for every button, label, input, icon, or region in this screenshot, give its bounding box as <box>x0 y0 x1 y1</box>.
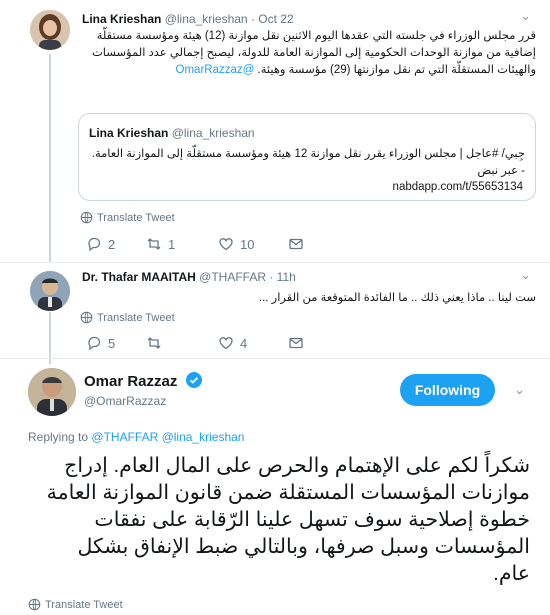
author-name[interactable]: Lina Krieshan <box>82 12 161 26</box>
dm-icon <box>289 337 303 349</box>
author-handle[interactable]: @lina_krieshan <box>165 12 248 26</box>
tweet-omar-razzaz: Omar Razzaz @OmarRazzaz Following ⌄ Repl… <box>0 360 550 615</box>
replying-mentions[interactable]: @THAFFAR @lina_krieshan <box>91 430 244 444</box>
translate-tweet-link[interactable]: Translate Tweet <box>28 598 123 611</box>
tweet-text: ست لينا .. ماذا يعني ذلك .. ما الفائدة ا… <box>258 292 536 304</box>
avatar-image <box>28 368 76 416</box>
dm-button[interactable] <box>288 335 304 351</box>
mention-link[interactable]: @OmarRazzaz <box>176 64 255 76</box>
author-name[interactable]: Dr. Thafar MAAITAH <box>82 270 196 284</box>
translate-tweet-link[interactable]: Translate Tweet <box>80 311 175 324</box>
avatar-lina-krieshan[interactable] <box>30 10 70 50</box>
reply-button[interactable]: 5 <box>86 335 146 351</box>
translate-globe-icon <box>80 311 93 324</box>
retweet-count: 1 <box>168 236 176 252</box>
tweet-actions: 5 4 <box>86 335 304 351</box>
author-handle[interactable]: @THAFFAR <box>199 270 266 284</box>
tweet-actions: 2 1 10 <box>86 236 304 252</box>
reply-button[interactable]: 2 <box>86 236 146 252</box>
retweet-button[interactable] <box>146 335 218 351</box>
reply-icon <box>88 336 101 351</box>
like-count: 4 <box>240 335 248 351</box>
quote-author-name: Lina Krieshan <box>89 126 169 140</box>
avatar-thafar-maaitah[interactable] <box>30 271 70 311</box>
tweet-text: قرر مجلس الوزراء في جلسته التي عقدها الي… <box>80 28 536 79</box>
tweet-body: قرر مجلس الوزراء في جلسته التي عقدها الي… <box>91 30 536 76</box>
translate-label: Translate Tweet <box>45 598 123 611</box>
like-button[interactable]: 4 <box>218 335 288 351</box>
translate-globe-icon <box>80 211 93 224</box>
thread-connector <box>49 54 51 262</box>
replying-prefix: Replying to <box>28 430 89 444</box>
tweet-lina-krieshan[interactable]: Lina Krieshan @lina_krieshan · Oct 22 ⌄ … <box>0 0 550 262</box>
quote-link[interactable]: nabdapp.com/t/55653134 <box>393 181 523 193</box>
quote-text: جِبي/ #عاجل | مجلس الوزراء يقرر نقل مواز… <box>91 148 525 177</box>
thread-connector <box>49 312 51 364</box>
reply-icon <box>88 237 101 252</box>
translate-label: Translate Tweet <box>97 311 175 324</box>
like-icon <box>219 337 233 350</box>
retweet-icon <box>147 238 161 250</box>
chevron-down-icon[interactable]: ⌄ <box>514 382 525 398</box>
quote-author-handle: @lina_krieshan <box>171 126 255 140</box>
like-button[interactable]: 10 <box>218 236 288 252</box>
retweet-icon <box>147 337 161 349</box>
translate-label: Translate Tweet <box>97 211 175 224</box>
reply-count: 2 <box>108 236 116 252</box>
author-name[interactable]: Omar Razzaz <box>84 373 177 390</box>
translate-tweet-link[interactable]: Translate Tweet <box>80 211 175 224</box>
translate-globe-icon <box>28 598 41 611</box>
reply-count: 5 <box>108 335 116 351</box>
chevron-down-icon[interactable]: ⌄ <box>520 267 531 283</box>
divider <box>0 358 550 359</box>
tweet-text: شكراً لكم على الإهتمام والحرص على المال … <box>46 454 530 585</box>
like-icon <box>219 238 233 251</box>
quoted-tweet[interactable]: Lina Krieshan @lina_krieshan جِبي/ #عاجل… <box>78 113 536 201</box>
retweet-button[interactable]: 1 <box>146 236 218 252</box>
replying-to: Replying to @THAFFAR @lina_krieshan <box>28 430 244 444</box>
chevron-down-icon[interactable]: ⌄ <box>520 8 531 24</box>
avatar-omar-razzaz[interactable] <box>28 368 76 416</box>
like-count: 10 <box>240 236 255 252</box>
dm-icon <box>289 238 303 250</box>
tweet-date[interactable]: · Oct 22 <box>251 12 294 26</box>
avatar-image <box>30 271 70 311</box>
avatar-image <box>30 10 70 50</box>
following-button[interactable]: Following <box>400 374 495 406</box>
author-handle[interactable]: @OmarRazzaz <box>84 394 166 408</box>
verified-badge-icon <box>185 372 202 388</box>
tweet-thafar-maaitah[interactable]: Dr. Thafar MAAITAH @THAFFAR · 11h ⌄ ست ل… <box>0 263 550 363</box>
dm-button[interactable] <box>288 236 304 252</box>
tweet-date[interactable]: · 11h <box>269 270 295 284</box>
